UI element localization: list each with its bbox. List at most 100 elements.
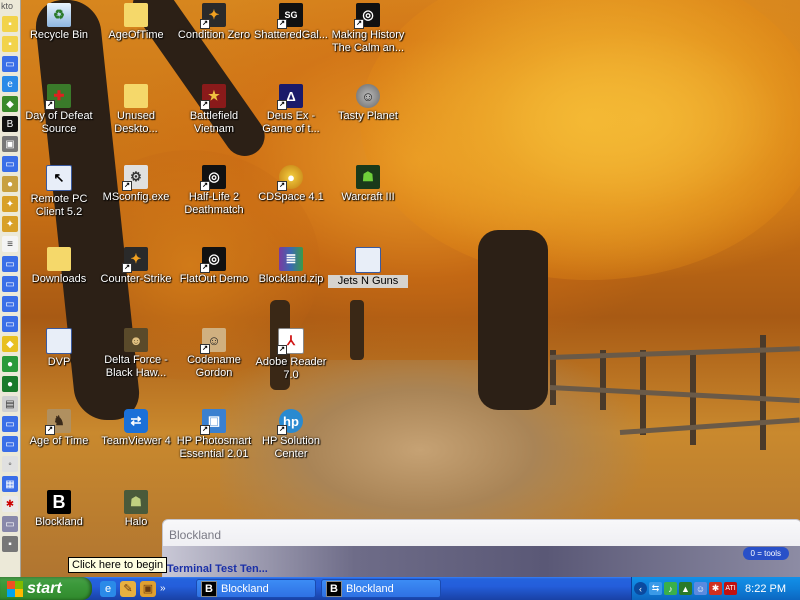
folder-icon[interactable]: ▪ [2,36,18,52]
desktop-icon-making-history[interactable]: ◎ ↗ Making History The Calm an... [328,3,408,55]
desktop-icon-jets-n-guns[interactable]: Jets N Guns [328,247,408,288]
desktop-icon-hp-solution-center[interactable]: hp ↗ HP Solution Center [251,409,331,461]
window-icon[interactable]: ▭ [2,56,18,72]
window-icon[interactable]: ▭ [2,276,18,292]
desktop-icon-blockland-zip[interactable]: ≣ Blockland.zip [251,247,331,286]
app-icon[interactable]: ◆ [2,336,18,352]
tools-badge[interactable]: 0 = tools [742,547,789,560]
window-icon [355,247,381,273]
desktop-icon-codename-gordon[interactable]: ☺ ↗ Codename Gordon [174,328,254,380]
quick-launch: e ✎ ▣ » [100,580,166,597]
remote-pc-icon: ↖ [46,165,72,191]
desktop-icon-msconfig[interactable]: ⚙ ↗ MSconfig.exe [96,165,176,204]
app-icon[interactable]: ● [2,176,18,192]
shield-icon[interactable]: ▲ [679,582,692,595]
blockland-icon: B [201,580,217,597]
box-icon[interactable]: ▣ [140,580,156,597]
ati-icon[interactable]: ATI [724,582,737,595]
app-icon[interactable]: ▦ [2,476,18,492]
desktop-icon-shattered-galaxy[interactable]: SG ↗ ShatteredGal... [251,3,331,42]
app-icon[interactable]: ● [2,376,18,392]
steam-sg-icon: SG ↗ [277,3,303,29]
app-icon[interactable]: ◦ [2,456,18,472]
window-icon[interactable]: ▭ [2,316,18,332]
desktop-icon-condition-zero[interactable]: ✦ ↗ Condition Zero [174,3,254,42]
counter-strike-icon[interactable]: ✦ [2,196,18,212]
settings-icon[interactable]: ✱ [709,582,722,595]
start-label: start [27,579,62,597]
taskbar-item-blockland[interactable]: B Blockland [321,579,441,598]
document-icon[interactable]: ≡ [2,236,18,252]
hp-photosmart-icon: ▣ ↗ [200,409,226,435]
quick-launch-overflow[interactable]: » [160,583,166,594]
desktop-icon-unused-desktop[interactable]: Unused Deskto... [96,84,176,136]
folder-icon [124,3,148,27]
app-icon[interactable]: ✱ [2,496,18,512]
desktop-icon-cdspace[interactable]: ● ↗ CDSpace 4.1 [251,165,331,204]
steam-icon: ◎ ↗ [200,247,226,273]
desktop-icon-hp-photosmart[interactable]: ▣ ↗ HP Photosmart Essential 2.01 [174,409,254,461]
desktop-icon-ageoftime[interactable]: AgeOfTime [96,3,176,42]
folder-icon [124,84,148,108]
desktop-icon-half-life-2-dm[interactable]: ◎ ↗ Half-Life 2 Deathmatch [174,165,254,217]
desktop-icon-tasty-planet[interactable]: ☺ Tasty Planet [328,84,408,123]
desktop-icon-recycle-bin[interactable]: ♻ Recycle Bin [19,3,99,42]
back-arrow-icon[interactable]: ‹ [634,582,647,595]
blockland-icon: B [326,580,342,597]
counter-strike-icon: ✦ ↗ [200,3,226,29]
ie-icon[interactable]: e [100,580,116,597]
counter-strike-icon[interactable]: ✦ [2,216,18,232]
desktop-icon-age-of-time[interactable]: ♞ ↗ Age of Time [19,409,99,448]
blockland-window[interactable]: Blockland 0 = tools Terminal Test Ten... [162,519,800,579]
window-icon[interactable]: ▭ [2,256,18,272]
desktop-icon-teamviewer[interactable]: ⇄ TeamViewer 4 [96,409,176,448]
desktop-icon-flatout-demo[interactable]: ◎ ↗ FlatOut Demo [174,247,254,286]
network-icon[interactable]: ⇆ [649,582,662,595]
app-icon[interactable]: ▤ [2,396,18,412]
start-tooltip: Click here to begin [68,557,168,573]
desktop-icon-dvp[interactable]: DVP [19,328,99,369]
window-icon[interactable]: ▭ [2,156,18,172]
window-icon[interactable]: ▭ [2,436,18,452]
window-title: Blockland [169,528,222,542]
user-icon[interactable]: ☺ [694,582,707,595]
desktop-icon-counter-strike[interactable]: ✦ ↗ Counter-Strike [96,247,176,286]
counter-strike-icon: ✦ ↗ [122,247,148,273]
teamviewer-icon: ⇄ [124,409,148,433]
recycle-bin-icon: ♻ [47,3,71,27]
cd-icon: ● ↗ [277,165,303,191]
start-button[interactable]: start [0,577,92,600]
steam-icon: ◎ ↗ [200,165,226,191]
desktop-icon-downloads[interactable]: Downloads [19,247,99,286]
desktop-icon-remote-pc[interactable]: ↖ Remote PC Client 5.2 [19,165,99,219]
app-icon[interactable]: ▭ [2,516,18,532]
windows-logo-icon [7,580,23,597]
taskbar-item-blockland[interactable]: B Blockland [196,579,316,598]
sound-icon[interactable]: ♪ [664,582,677,595]
desktop-icon-deus-ex[interactable]: Δ ↗ Deus Ex - Game of t... [251,84,331,136]
app-icon[interactable]: ● [2,356,18,372]
ie-icon[interactable]: e [2,76,18,92]
desktop-icon-delta-force[interactable]: ☻ Delta Force - Black Haw... [96,328,176,380]
delta-force-icon: ☻ [124,328,148,352]
clock[interactable]: 8:22 PM [745,583,786,595]
app-icon[interactable]: ▣ [2,136,18,152]
window-icon[interactable]: ▭ [2,416,18,432]
folder-icon [47,247,71,271]
desktop-icon-day-of-defeat[interactable]: ✚ ↗ Day of Defeat Source [19,84,99,136]
taskbar: start e ✎ ▣ » B Blockland B Blockland ‹ … [0,577,800,600]
desktop-icon-warcraft-iii[interactable]: ☗ Warcraft III [328,165,408,204]
app-icon[interactable]: ◆ [2,96,18,112]
blockland-icon[interactable]: B [2,116,18,132]
desktop-icon-blockland[interactable]: B Blockland [19,490,99,529]
battlefield-icon: ★ ↗ [200,84,226,110]
window-icon [46,328,72,354]
hp-icon: hp ↗ [277,409,303,435]
tools-icon[interactable]: ✎ [120,580,136,597]
task-label: Blockland [221,582,269,595]
desktop-icon-adobe-reader[interactable]: ⅄ ↗ Adobe Reader 7.0 [251,328,331,382]
app-icon[interactable]: ▪ [2,536,18,552]
folder-icon[interactable]: ▪ [2,16,18,32]
window-icon[interactable]: ▭ [2,296,18,312]
desktop-icon-battlefield-vietnam[interactable]: ★ ↗ Battlefield Vietnam [174,84,254,136]
